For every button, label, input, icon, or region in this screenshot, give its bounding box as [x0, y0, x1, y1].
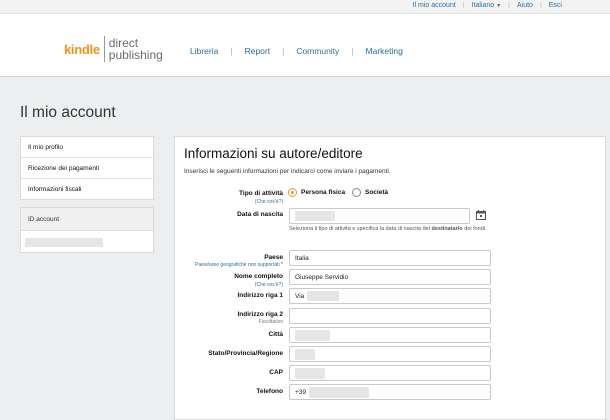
country-hint-text: Paesi/aree geografiche non supportati: [195, 262, 280, 268]
nav-libreria[interactable]: Libreria: [190, 46, 218, 56]
unsupported-countries-link[interactable]: Paesi/aree geografiche non supportati *: [123, 262, 283, 268]
postal-code-label: CAP: [269, 369, 283, 376]
logout-link[interactable]: Esci: [549, 2, 562, 9]
account-id-label: ID account: [21, 208, 153, 231]
birth-date-help: Seleziona il tipo di attività e specific…: [289, 225, 489, 233]
divider: |: [351, 46, 354, 56]
address2-label: Indirizzo riga 2: [237, 311, 283, 318]
kdp-logo[interactable]: kindle direct publishing: [64, 36, 163, 62]
city-label: Città: [268, 331, 283, 338]
author-info-panel: Informazioni su autore/editore Inserisci…: [174, 136, 606, 420]
phone-input[interactable]: +39: [289, 384, 491, 400]
full-name-help-link[interactable]: (Che cos'è?): [123, 282, 283, 288]
state-label: Stato/Provincia/Regione: [208, 350, 283, 357]
sidebar-item-tax-info[interactable]: Informazioni fiscali: [21, 179, 153, 200]
nav-report[interactable]: Report: [245, 46, 271, 56]
logo-divider: [103, 36, 105, 62]
logo-publishing-text: publishing: [108, 48, 163, 62]
radio-persona-fisica[interactable]: Persona fisica: [288, 188, 345, 197]
language-selector[interactable]: Italiano: [472, 2, 495, 9]
birth-date-label: Data di nascita: [237, 211, 283, 218]
phone-label: Telefono: [256, 388, 283, 395]
date-help-bold: destinatario: [431, 226, 463, 232]
nav-marketing[interactable]: Marketing: [366, 46, 403, 56]
top-utility-bar: Il mio account | Italiano ▼ | Aiuto | Es…: [0, 0, 610, 14]
sidebar-item-profile[interactable]: Il mio profilo: [21, 137, 153, 158]
state-input[interactable]: [289, 346, 491, 362]
full-name-input[interactable]: Giuseppe Servidio: [289, 269, 491, 285]
page-title: Il mio account: [20, 104, 116, 121]
radio-persona-label: Persona fisica: [301, 189, 346, 196]
top-links: Il mio account | Italiano ▼ | Aiuto | Es…: [413, 2, 562, 9]
divider: |: [230, 46, 233, 56]
address1-value: Via: [295, 292, 305, 300]
postal-code-input[interactable]: [289, 365, 491, 381]
country-label: Paese: [264, 254, 283, 261]
main-header: kindle direct publishing Libreria | Repo…: [0, 14, 610, 77]
postal-code-redacted: [295, 367, 325, 379]
date-help-text-end: dei fondi.: [462, 226, 487, 232]
sidebar-item-payments[interactable]: Ricezione dei pagamenti: [21, 158, 153, 179]
address1-input[interactable]: Via: [289, 288, 491, 304]
birth-date-input[interactable]: [289, 208, 470, 224]
state-redacted: [295, 348, 315, 360]
phone-redacted: [309, 386, 370, 398]
logo-kindle-text: kindle: [64, 41, 100, 57]
calendar-icon[interactable]: [476, 210, 486, 220]
help-link[interactable]: Aiuto: [517, 2, 533, 9]
radio-unselected-icon: [352, 188, 361, 197]
form-subtitle: Inserisci le seguenti informazioni per i…: [184, 168, 391, 175]
divider: |: [539, 2, 542, 9]
full-name-value: Giuseppe Servidio: [295, 273, 349, 281]
logo-direct-publishing: direct publishing: [109, 37, 163, 61]
divider: |: [282, 46, 285, 56]
phone-prefix: +39: [295, 388, 307, 396]
address1-redacted: [307, 291, 340, 301]
country-value: Italia: [295, 254, 309, 262]
nav-community[interactable]: Community: [296, 46, 339, 56]
business-type-label: Tipo di attività: [239, 190, 283, 197]
account-id-box: ID account: [20, 207, 154, 253]
full-name-label: Nome completo: [234, 273, 283, 280]
divider: |: [462, 2, 465, 9]
radio-societa[interactable]: Società: [352, 188, 388, 197]
country-select[interactable]: Italia: [289, 250, 491, 266]
account-sidebar-menu: Il mio profilo Ricezione dei pagamenti I…: [20, 136, 154, 200]
address2-input[interactable]: [289, 308, 491, 324]
divider: |: [508, 2, 510, 9]
chevron-down-icon[interactable]: ▼: [496, 3, 501, 9]
date-help-text: Seleziona il tipo di attività e specific…: [289, 226, 430, 232]
city-input[interactable]: [289, 327, 491, 343]
business-type-help-link[interactable]: (Che cos'è?): [123, 199, 283, 205]
main-nav: Libreria | Report | Community | Marketin…: [190, 46, 403, 56]
form-title: Informazioni su autore/editore: [184, 146, 363, 161]
account-id-redacted: [25, 238, 103, 247]
birth-date-redacted: [295, 211, 335, 221]
city-redacted: [295, 329, 330, 341]
address1-label: Indirizzo riga 1: [237, 292, 283, 299]
my-account-link[interactable]: Il mio account: [413, 2, 456, 9]
radio-selected-icon: [288, 188, 297, 197]
radio-societa-label: Società: [365, 189, 389, 196]
address2-optional-hint: Facoltativo: [258, 319, 283, 325]
required-star: *: [281, 262, 283, 268]
